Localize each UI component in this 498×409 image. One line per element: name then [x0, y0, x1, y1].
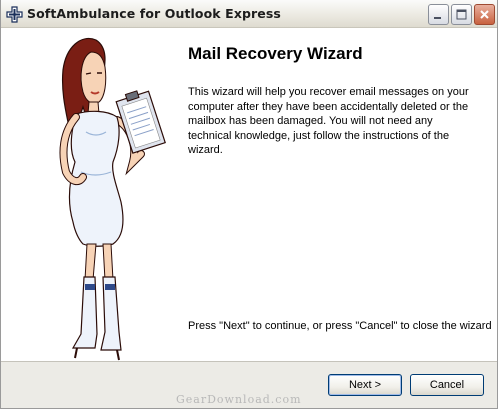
wizard-heading: Mail Recovery Wizard [188, 44, 363, 63]
close-icon [480, 10, 489, 19]
watermark: GearDownload.com [176, 393, 302, 406]
ambulance-cross-icon [6, 6, 23, 23]
maximize-icon [456, 9, 467, 20]
wizard-footer-hint: Press "Next" to continue, or press "Canc… [188, 320, 492, 332]
maximize-button[interactable] [451, 4, 472, 25]
minimize-icon [434, 17, 441, 19]
wizard-description: This wizard will help you recover email … [188, 86, 469, 156]
wizard-window: SoftAmbulance for Outlook Express Mail R… [0, 0, 498, 409]
minimize-button[interactable] [428, 4, 449, 25]
next-button[interactable]: Next > [328, 374, 402, 396]
window-title: SoftAmbulance for Outlook Express [27, 6, 281, 21]
nurse-illustration [59, 38, 166, 361]
cancel-button[interactable]: Cancel [410, 374, 484, 396]
close-button[interactable] [474, 4, 495, 25]
